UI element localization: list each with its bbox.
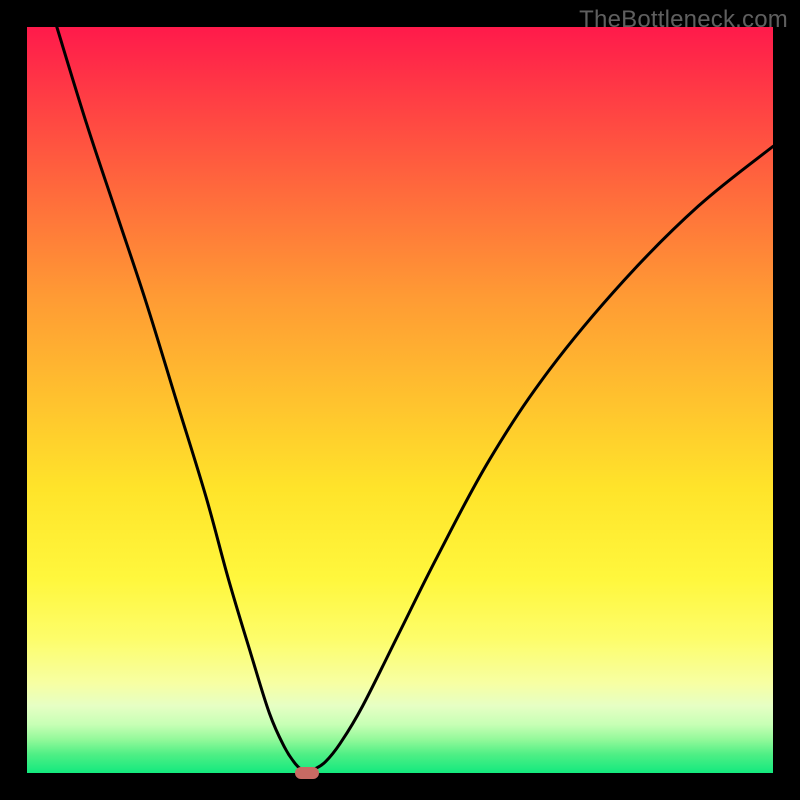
bottleneck-marker — [295, 767, 319, 779]
chart-frame: TheBottleneck.com — [0, 0, 800, 800]
watermark-text: TheBottleneck.com — [579, 6, 788, 34]
bottleneck-curve — [27, 27, 773, 773]
curve-right-branch — [307, 146, 773, 773]
curve-left-branch — [57, 27, 307, 773]
